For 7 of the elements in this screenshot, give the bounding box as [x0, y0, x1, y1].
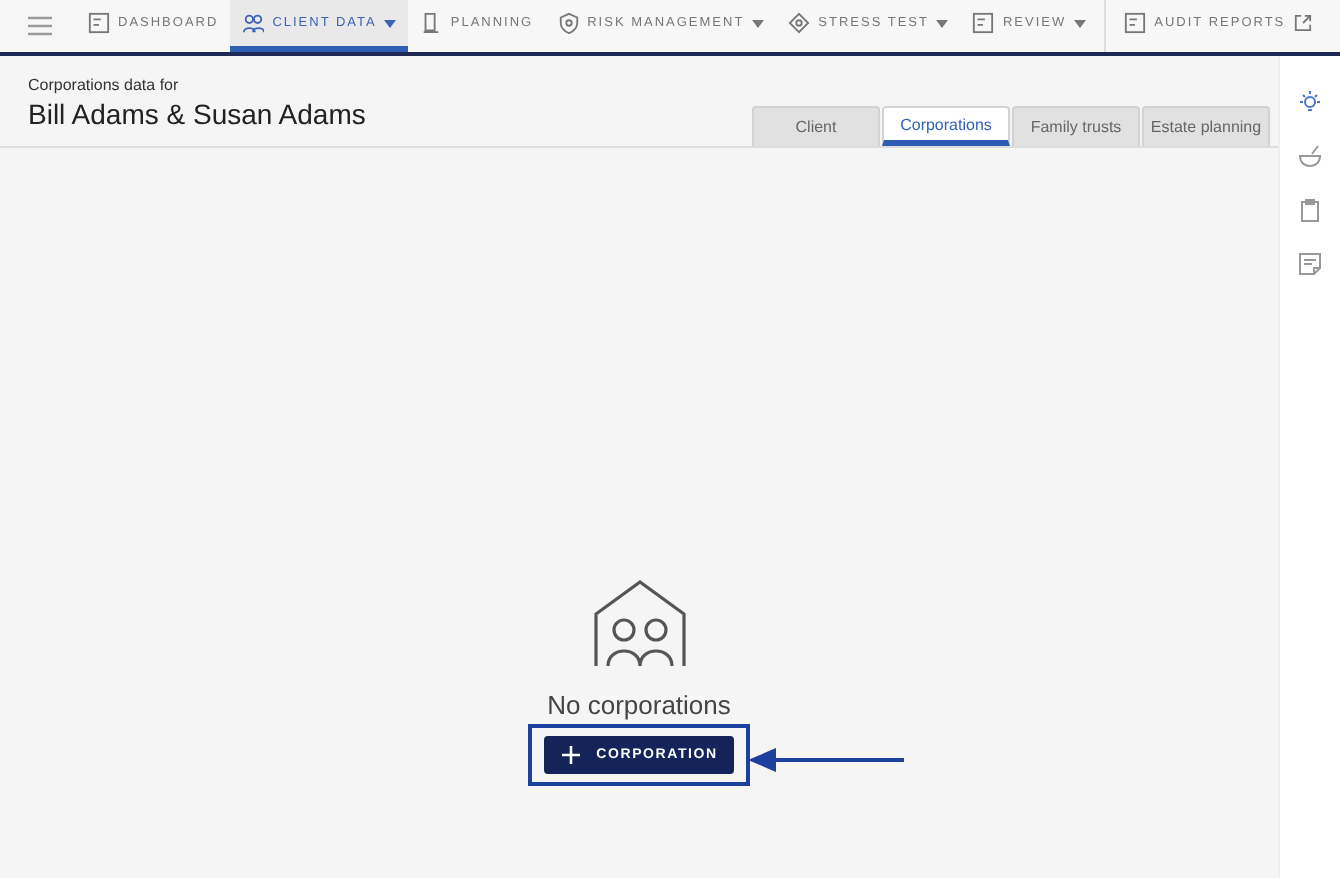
tab[interactable]: Estate planning	[1142, 106, 1270, 146]
empty-state-message: No corporations	[547, 690, 731, 720]
tab[interactable]: Client	[752, 106, 880, 146]
client-name-title: Bill Adams & Susan Adams	[28, 98, 366, 130]
subtitle: Corporations data for	[28, 76, 181, 94]
tab[interactable]: Corporations	[882, 106, 1010, 146]
tab[interactable]: Family trusts	[1012, 106, 1140, 146]
